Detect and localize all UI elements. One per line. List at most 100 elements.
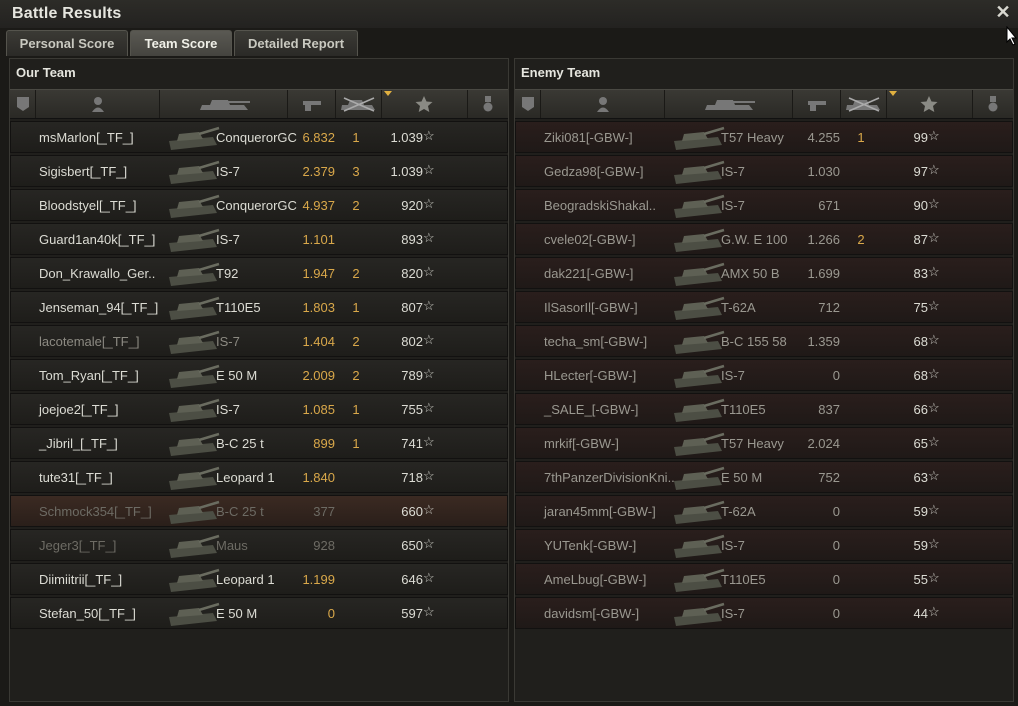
tank-icon xyxy=(674,296,725,320)
player-name: msMarlon[_TF_] xyxy=(39,130,134,145)
player-name: techa_sm[-GBW-] xyxy=(544,334,648,349)
star-icon: ☆ xyxy=(423,400,435,415)
table-row[interactable]: 7thPanzerDivisionKni.. E 50 M 752 63 ☆ xyxy=(515,461,1013,493)
star-icon: ☆ xyxy=(928,502,940,517)
medal-column-header[interactable] xyxy=(468,90,508,118)
table-row[interactable]: Ziki081[-GBW-] T57 Heavy 4.255 1 99 ☆ xyxy=(515,121,1013,153)
table-row[interactable]: mrkif[-GBW-] T57 Heavy 2.024 65 ☆ xyxy=(515,427,1013,459)
tank-icon xyxy=(674,602,725,626)
destroyed-tank-icon xyxy=(846,97,880,112)
tab-detailed-report[interactable]: Detailed Report xyxy=(234,30,358,56)
star-icon: ☆ xyxy=(928,536,940,551)
table-row[interactable]: Sigisbert[_TF_] IS-7 2.379 3 1.039 ☆ xyxy=(10,155,508,187)
table-row[interactable]: IlSasorIl[-GBW-] T-62A 712 75 ☆ xyxy=(515,291,1013,323)
window-title: Battle Results xyxy=(12,5,122,22)
platoon-column-header[interactable] xyxy=(10,90,36,118)
tank-icon xyxy=(674,364,725,388)
close-icon[interactable]: ✕ xyxy=(994,3,1012,21)
table-row[interactable]: Bloodstyel[_TF_] ConquerorGC 4.937 2 920 ☆ xyxy=(10,189,508,221)
damage-value: 6.832 xyxy=(302,130,335,145)
damage-column-header[interactable] xyxy=(793,90,841,118)
table-row[interactable]: Jeger3[_TF_] Maus 928 650 ☆ xyxy=(10,529,508,561)
star-icon: ☆ xyxy=(928,162,940,177)
xp-value: 741 xyxy=(401,436,423,451)
table-row[interactable]: AmeLbug[-GBW-] T110E5 0 55 ☆ xyxy=(515,563,1013,595)
player-name: Sigisbert[_TF_] xyxy=(39,164,128,179)
player-column-header[interactable] xyxy=(36,90,160,118)
table-row[interactable]: Diimiitrii[_TF_] Leopard 1 1.199 646 ☆ xyxy=(10,563,508,595)
xp-column-header[interactable] xyxy=(887,90,973,118)
kills-value: 1 xyxy=(352,130,360,145)
table-row[interactable]: tute31[_TF_] Leopard 1 1.840 718 ☆ xyxy=(10,461,508,493)
table-row[interactable]: Stefan_50[_TF_] E 50 M 0 597 ☆ xyxy=(10,597,508,629)
damage-column-header[interactable] xyxy=(288,90,336,118)
player-column-header[interactable] xyxy=(541,90,665,118)
xp-value: 650 xyxy=(401,538,423,553)
table-row[interactable]: Gedza98[-GBW-] IS-7 1.030 97 ☆ xyxy=(515,155,1013,187)
tank-icon xyxy=(674,466,725,490)
xp-value: 718 xyxy=(401,470,423,485)
tab-personal-score[interactable]: Personal Score xyxy=(6,30,128,56)
kills-value: 2 xyxy=(352,266,360,281)
kills-value: 2 xyxy=(352,334,360,349)
enemy-team-title: Enemy Team xyxy=(521,65,601,80)
table-row[interactable]: HLecter[-GBW-] IS-7 0 68 ☆ xyxy=(515,359,1013,391)
table-row[interactable]: Jenseman_94[_TF_] T110E5 1.803 1 807 ☆ xyxy=(10,291,508,323)
table-row[interactable]: lacotemale[_TF_] IS-7 1.404 2 802 ☆ xyxy=(10,325,508,357)
kills-column-header[interactable] xyxy=(841,90,887,118)
tank-icon xyxy=(169,160,220,184)
table-row[interactable]: dak221[-GBW-] AMX 50 B 1.699 83 ☆ xyxy=(515,257,1013,289)
vehicle-name: ConquerorGC xyxy=(216,130,297,145)
table-row[interactable]: Don_Krawallo_Ger.. T92 1.947 2 820 ☆ xyxy=(10,257,508,289)
table-row[interactable]: techa_sm[-GBW-] B-C 155 58 1.359 68 ☆ xyxy=(515,325,1013,357)
table-row[interactable]: msMarlon[_TF_] ConquerorGC 6.832 1 1.039 ☆ xyxy=(10,121,508,153)
vehicle-name: T57 Heavy xyxy=(721,130,784,145)
gun-icon xyxy=(808,101,826,111)
damage-value: 837 xyxy=(818,402,840,417)
table-row[interactable]: _SALE_[-GBW-] T110E5 837 66 ☆ xyxy=(515,393,1013,425)
star-icon: ☆ xyxy=(928,366,940,381)
table-row[interactable]: Guard1an40k[_TF_] IS-7 1.101 893 ☆ xyxy=(10,223,508,255)
star-icon: ☆ xyxy=(928,128,940,143)
star-icon: ☆ xyxy=(423,366,435,381)
table-row[interactable]: cvele02[-GBW-] G.W. E 100 1.266 2 87 ☆ xyxy=(515,223,1013,255)
star-icon: ☆ xyxy=(423,502,435,517)
tank-icon xyxy=(169,466,220,490)
vehicle-column-header[interactable] xyxy=(665,90,793,118)
vehicle-name: B-C 25 t xyxy=(216,436,264,451)
vehicle-column-header[interactable] xyxy=(160,90,288,118)
damage-value: 0 xyxy=(832,572,840,587)
table-row[interactable]: Tom_Ryan[_TF_] E 50 M 2.009 2 789 ☆ xyxy=(10,359,508,391)
xp-value: 820 xyxy=(401,266,423,281)
star-icon: ☆ xyxy=(423,570,435,585)
xp-column-header[interactable] xyxy=(382,90,468,118)
medal-column-header[interactable] xyxy=(973,90,1013,118)
enemy-team-panel: Enemy Team Ziki081[-GBW-] T57 Heavy 4.255 1… xyxy=(514,58,1014,702)
xp-value: 90 xyxy=(913,198,928,213)
star-icon: ☆ xyxy=(928,434,940,449)
our-team-header xyxy=(10,89,508,119)
star-icon: ☆ xyxy=(928,230,940,245)
damage-value: 4.255 xyxy=(807,130,840,145)
player-name: cvele02[-GBW-] xyxy=(544,232,636,247)
xp-value: 646 xyxy=(401,572,423,587)
tank-icon xyxy=(169,262,220,286)
xp-value: 1.039 xyxy=(390,130,423,145)
kills-value: 2 xyxy=(352,198,360,213)
damage-value: 1.359 xyxy=(807,334,840,349)
tank-icon xyxy=(169,296,220,320)
star-icon: ☆ xyxy=(928,196,940,211)
table-row[interactable]: davidsm[-GBW-] IS-7 0 44 ☆ xyxy=(515,597,1013,629)
table-row[interactable]: Schmock354[_TF_] B-C 25 t 377 660 ☆ xyxy=(10,495,508,527)
table-row[interactable]: _Jibril_[_TF_] B-C 25 t 899 1 741 ☆ xyxy=(10,427,508,459)
table-row[interactable]: BeogradskiShakal.. IS-7 671 90 ☆ xyxy=(515,189,1013,221)
tank-icon xyxy=(705,100,755,110)
tank-icon xyxy=(674,228,725,252)
table-row[interactable]: jaran45mm[-GBW-] T-62A 0 59 ☆ xyxy=(515,495,1013,527)
platoon-column-header[interactable] xyxy=(515,90,541,118)
tab-team-score[interactable]: Team Score xyxy=(130,30,232,56)
kills-column-header[interactable] xyxy=(336,90,382,118)
table-row[interactable]: joejoe2[_TF_] IS-7 1.085 1 755 ☆ xyxy=(10,393,508,425)
table-row[interactable]: YUTenk[-GBW-] IS-7 0 59 ☆ xyxy=(515,529,1013,561)
medal-icon xyxy=(483,96,493,112)
